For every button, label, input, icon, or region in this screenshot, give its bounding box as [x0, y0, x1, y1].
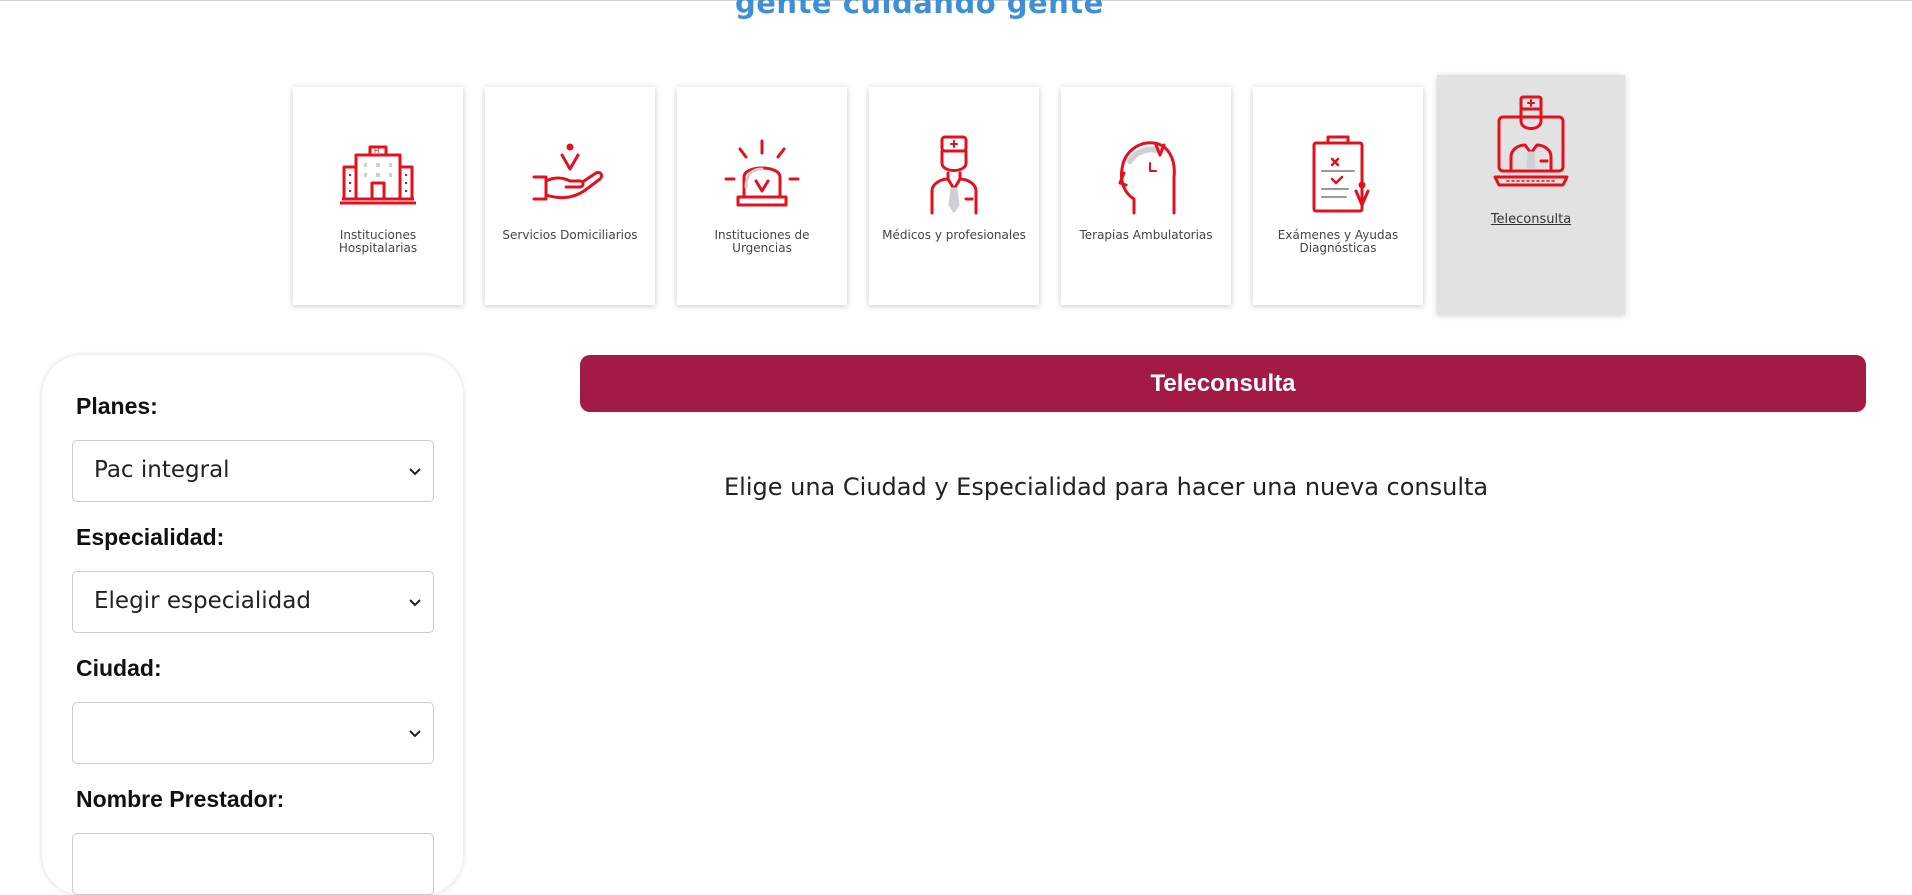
category-label: Servicios Domiciliarios: [502, 228, 638, 242]
category-label: Teleconsulta: [1490, 212, 1572, 227]
chevron-down-icon: [409, 730, 421, 738]
category-card-teleconsulta[interactable]: Teleconsulta: [1437, 75, 1625, 315]
category-label: Médicos y profesionales: [882, 228, 1026, 242]
doctor-icon: [930, 135, 978, 215]
planes-label: Planes:: [76, 393, 158, 419]
category-label: Exámenes y Ayudas Diagnósticas: [1277, 228, 1399, 255]
svg-text:H: H: [374, 147, 379, 155]
category-card-hospitales[interactable]: H Instituciones Hospitalarias: [293, 87, 463, 305]
planes-select[interactable]: Pac integral: [72, 440, 434, 502]
category-card-terapias[interactable]: Terapias Ambulatorias: [1061, 87, 1231, 305]
especialidad-label: Especialidad:: [76, 524, 225, 550]
empty-state-message: Elige una Ciudad y Especialidad para hac…: [724, 473, 1489, 501]
clipboard-exam-icon: [1312, 135, 1370, 213]
category-menu: H Instituciones Hospitalarias Servicios …: [293, 75, 1633, 320]
section-title-banner: Teleconsulta: [580, 355, 1866, 412]
nombre-prestador-label: Nombre Prestador:: [76, 786, 285, 812]
ciudad-select[interactable]: [72, 702, 434, 764]
nombre-prestador-input[interactable]: [72, 833, 434, 895]
emergency-siren-icon: [724, 139, 800, 207]
hospital-icon: H: [340, 145, 416, 205]
therapy-head-icon: [1118, 141, 1176, 215]
category-card-domiciliarios[interactable]: Servicios Domiciliarios: [485, 87, 655, 305]
category-label: Instituciones Hospitalarias: [338, 228, 418, 255]
teleconsult-computer-icon: [1493, 95, 1569, 187]
category-label: Terapias Ambulatorias: [1079, 228, 1213, 242]
ciudad-label: Ciudad:: [76, 655, 162, 681]
chevron-down-icon: [409, 599, 421, 607]
especialidad-selected-value: Elegir especialidad: [94, 588, 311, 614]
category-card-examenes[interactable]: Exámenes y Ayudas Diagnósticas: [1253, 87, 1423, 305]
category-card-medicos[interactable]: Médicos y profesionales: [869, 87, 1039, 305]
brand-tagline: gente cuidando gente: [735, 0, 1104, 20]
filters-panel: Planes: Pac integral Especialidad: Elegi…: [42, 355, 463, 895]
category-label: Instituciones de Urgencias: [714, 228, 810, 255]
planes-selected-value: Pac integral: [94, 457, 230, 483]
especialidad-select[interactable]: Elegir especialidad: [72, 571, 434, 633]
category-card-urgencias[interactable]: Instituciones de Urgencias: [677, 87, 847, 305]
home-care-hand-icon: [532, 143, 604, 201]
chevron-down-icon: [409, 468, 421, 476]
